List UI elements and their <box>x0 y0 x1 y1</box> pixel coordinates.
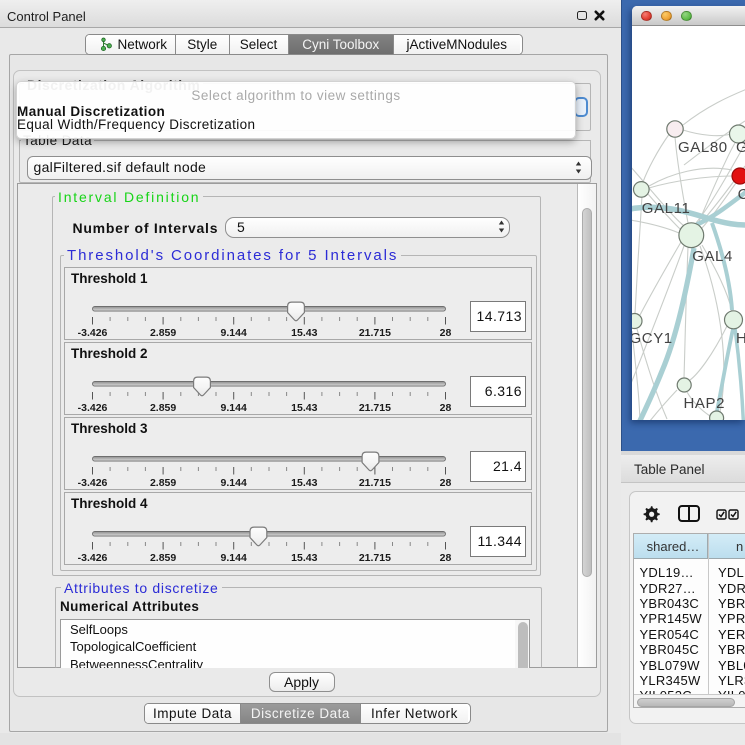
svg-text:28: 28 <box>440 402 452 414</box>
svg-text:28: 28 <box>440 477 452 489</box>
svg-text:15.43: 15.43 <box>291 327 317 339</box>
svg-text:21.715: 21.715 <box>359 402 391 414</box>
svg-text:28: 28 <box>440 552 452 564</box>
svg-text:-3.426: -3.426 <box>78 552 108 564</box>
svg-text:GAL80: GAL80 <box>678 139 728 156</box>
svg-text:9.144: 9.144 <box>221 552 247 564</box>
svg-text:2.859: 2.859 <box>150 552 176 564</box>
svg-text:15.43: 15.43 <box>291 477 317 489</box>
svg-text:GAL11: GAL11 <box>642 200 691 217</box>
svg-text:H: H <box>736 330 745 347</box>
svg-text:2.859: 2.859 <box>150 327 176 339</box>
svg-text:21.715: 21.715 <box>359 552 391 564</box>
svg-text:2.859: 2.859 <box>150 477 176 489</box>
svg-text:HAP2: HAP2 <box>684 395 726 412</box>
svg-text:9.144: 9.144 <box>221 327 247 339</box>
svg-text:GAL4: GAL4 <box>692 248 733 265</box>
svg-text:GCY1: GCY1 <box>632 330 673 347</box>
svg-text:15.43: 15.43 <box>291 552 317 564</box>
svg-text:C: C <box>738 186 745 203</box>
svg-text:15.43: 15.43 <box>291 402 317 414</box>
svg-text:21.715: 21.715 <box>359 477 391 489</box>
svg-text:9.144: 9.144 <box>221 402 247 414</box>
svg-text:-3.426: -3.426 <box>78 327 108 339</box>
svg-text:2.859: 2.859 <box>150 402 176 414</box>
svg-text:GA: GA <box>736 139 745 156</box>
svg-text:9.144: 9.144 <box>221 477 247 489</box>
svg-text:-3.426: -3.426 <box>78 402 108 414</box>
svg-text:21.715: 21.715 <box>359 327 391 339</box>
svg-text:28: 28 <box>440 327 452 339</box>
svg-text:-3.426: -3.426 <box>78 477 108 489</box>
